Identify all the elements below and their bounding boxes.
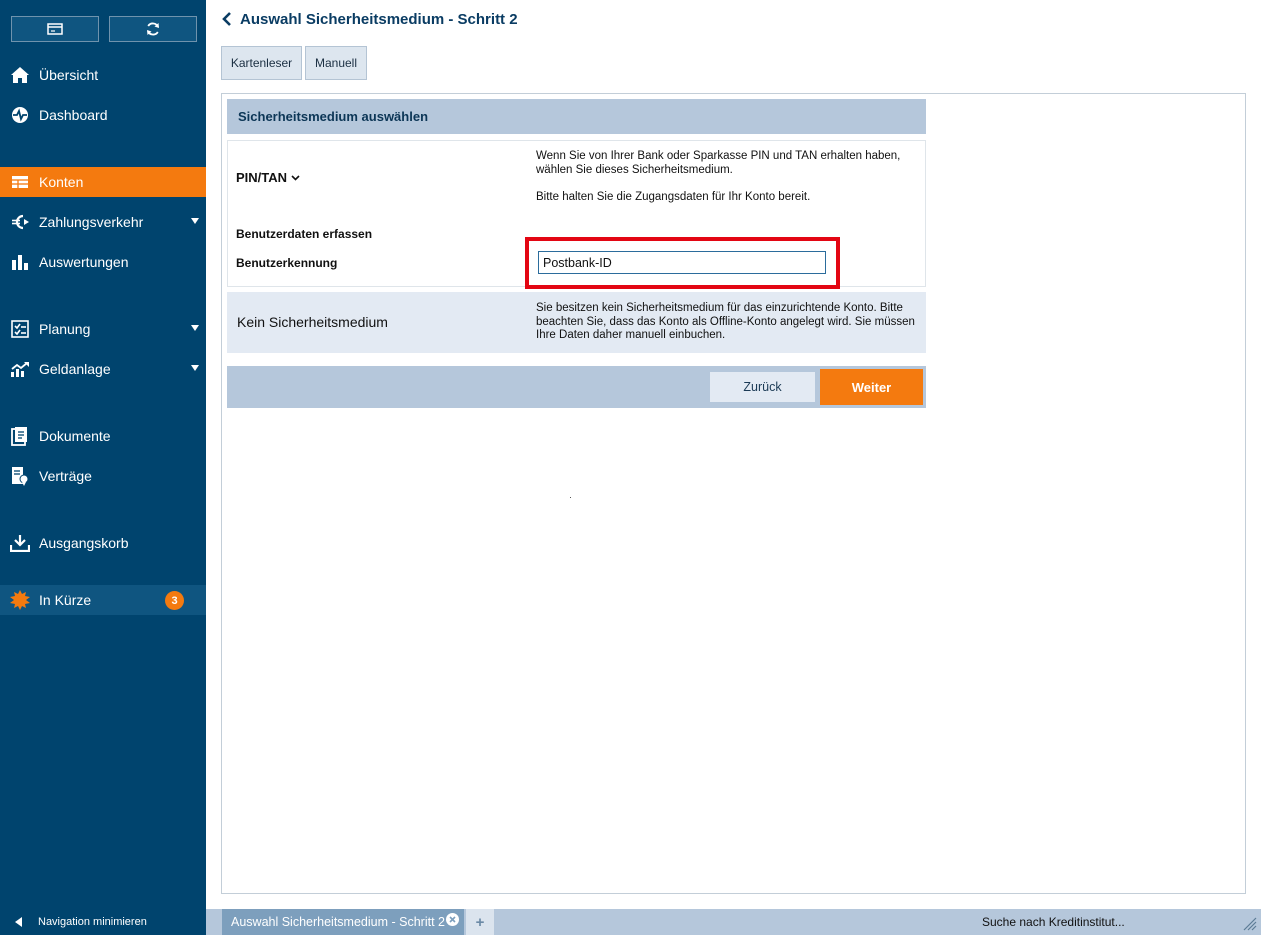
chevron-down-icon (191, 325, 199, 331)
navigation-minimize-label: Navigation minimieren (38, 916, 147, 928)
sidebar-item-label: Übersicht (39, 67, 99, 83)
sidebar-item-label: Zahlungsverkehr (39, 214, 144, 230)
benutzerkennung-input[interactable] (538, 251, 826, 274)
sidebar-item-geldanlage[interactable]: Geldanlage (0, 354, 206, 384)
benutzerkennung-label: Benutzerkennung (236, 256, 338, 270)
kein-sicherheitsmedium-title: Kein Sicherheitsmedium (237, 314, 388, 330)
bar-chart-icon (10, 252, 30, 272)
chevron-left-icon[interactable] (222, 12, 232, 26)
euro-icon (10, 212, 30, 232)
contracts-icon (10, 466, 30, 486)
home-icon (10, 65, 30, 85)
sidebar-item-label: Geldanlage (39, 361, 111, 377)
sidebar-item-label: In Kürze (39, 592, 92, 608)
stray-dot (570, 497, 571, 498)
close-icon[interactable] (446, 913, 459, 926)
sidebar: Übersicht Dashboard Konten Zahlungsverke… (0, 0, 206, 935)
pintan-description: Wenn Sie von Ihrer Bank oder Sparkasse P… (536, 150, 901, 176)
pulse-icon (10, 105, 30, 125)
tab-manuell[interactable]: Manuell (305, 46, 367, 80)
accounts-icon (10, 172, 30, 192)
sidebar-item-vertraege[interactable]: Verträge (0, 461, 206, 491)
sidebar-item-label: Auswertungen (39, 254, 129, 270)
sidebar-item-uebersicht[interactable]: Übersicht (0, 60, 206, 90)
sidebar-item-dashboard[interactable]: Dashboard (0, 100, 206, 130)
sidebar-item-label: Konten (39, 174, 84, 190)
notification-badge: 3 (165, 591, 184, 610)
pintan-title: PIN/TAN (236, 170, 288, 185)
sidebar-item-label: Verträge (39, 468, 92, 484)
chevron-down-icon (191, 218, 199, 224)
back-button[interactable]: Zurück (710, 372, 815, 402)
checklist-icon (10, 319, 30, 339)
page-title: Auswahl Sicherheitsmedium - Schritt 2 (222, 10, 518, 28)
trend-up-icon (10, 359, 30, 379)
sync-button[interactable] (109, 16, 197, 42)
sidebar-item-label: Dashboard (39, 107, 108, 123)
sun-badge-icon (10, 590, 30, 610)
next-button[interactable]: Weiter (820, 369, 923, 405)
refresh-icon (147, 22, 159, 36)
navigation-minimize-button[interactable]: Navigation minimieren (0, 909, 206, 935)
sidebar-item-ausgangskorb[interactable]: Ausgangskorb (0, 528, 206, 558)
add-tab-button[interactable]: + (466, 909, 494, 935)
status-text: Suche nach Kreditinstitut... (982, 915, 1125, 929)
sidebar-item-dokumente[interactable]: Dokumente (0, 421, 206, 451)
chevron-down-icon (191, 365, 199, 371)
documents-icon (10, 426, 30, 446)
open-tab[interactable]: Auswahl Sicherheitsmedium - Schritt 2 (222, 909, 464, 935)
section-header: Sicherheitsmedium auswählen (227, 99, 926, 134)
sidebar-item-label: Planung (39, 321, 91, 337)
outbox-icon (10, 533, 30, 553)
tab-kartenleser[interactable]: Kartenleser (221, 46, 302, 80)
sidebar-item-label: Ausgangskorb (39, 535, 129, 551)
sidebar-item-in-kuerze[interactable]: In Kürze 3 (0, 585, 206, 615)
open-tab-label: Auswahl Sicherheitsmedium - Schritt 2 (231, 915, 445, 929)
page-title-text: Auswahl Sicherheitsmedium - Schritt 2 (240, 10, 518, 28)
sidebar-item-auswertungen[interactable]: Auswertungen (0, 247, 206, 277)
sidebar-item-label: Dokumente (39, 428, 111, 444)
card-view-button[interactable] (11, 16, 99, 42)
benutzerdaten-label: Benutzerdaten erfassen (236, 227, 373, 241)
sidebar-item-zahlungsverkehr[interactable]: Zahlungsverkehr (0, 207, 206, 237)
sidebar-item-konten[interactable]: Konten (0, 167, 206, 197)
chevron-down-icon (291, 174, 300, 181)
pintan-dropdown[interactable]: PIN/TAN (236, 170, 300, 185)
card-icon (47, 23, 63, 35)
kein-sicherheitsmedium-description: Sie besitzen kein Sicherheitsmedium für … (536, 302, 915, 341)
resize-grip-icon[interactable] (1242, 916, 1257, 931)
sidebar-item-planung[interactable]: Planung (0, 314, 206, 344)
pintan-hint: Bitte halten Sie die Zugangsdaten für Ih… (536, 191, 811, 203)
arrow-left-icon (15, 917, 22, 927)
